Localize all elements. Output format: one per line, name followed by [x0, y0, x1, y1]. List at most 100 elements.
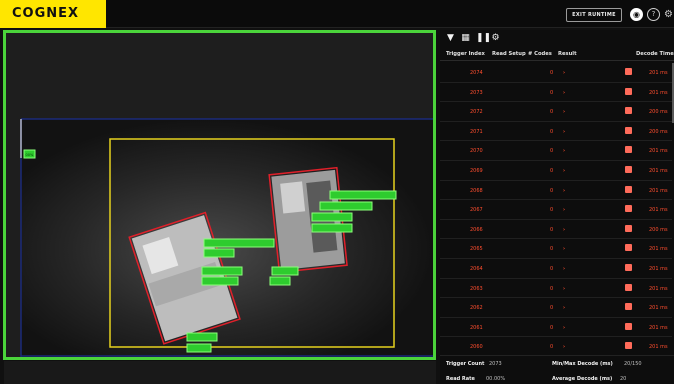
expand-chevron-icon[interactable]: › — [563, 344, 565, 350]
table-row[interactable]: 2062 0 › 201 ms — [440, 298, 672, 318]
image-thumbnail-icon[interactable] — [625, 185, 632, 193]
code-marker[interactable] — [201, 266, 243, 276]
code-marker[interactable] — [319, 201, 373, 211]
col-decode-time[interactable]: Decode Time — [636, 51, 674, 57]
results-table-body: 2074 0 › 201 ms 2073 0 › 201 ms 2072 0 › 200 ms 2071… — [440, 63, 672, 381]
image-thumbnail-icon[interactable] — [625, 126, 632, 134]
table-row[interactable]: 2071 0 › 200 ms — [440, 122, 672, 142]
table-row[interactable]: 2070 0 › 201 ms — [440, 141, 672, 161]
code-marker[interactable] — [311, 212, 353, 222]
code-marker-label: 00% — [26, 153, 34, 157]
codes-cell: 0 — [550, 305, 554, 312]
col-codes[interactable]: # Codes — [528, 51, 552, 57]
decode-time-cell: 200 ms — [649, 128, 668, 135]
filter-icon[interactable]: ▼ — [446, 33, 455, 44]
image-thumbnail-icon[interactable] — [625, 68, 632, 75]
table-row[interactable]: 2068 0 › 201 ms — [440, 181, 672, 201]
expand-chevron-icon[interactable]: › — [563, 188, 565, 194]
read-rate-value: 00.00% — [486, 376, 506, 382]
expand-chevron-icon[interactable]: › — [563, 70, 565, 76]
results-panel: ▼ ▦ ❚❚ ⚙ Trigger Index Read Setup # Code… — [440, 30, 674, 384]
image-thumbnail-icon[interactable] — [625, 146, 632, 154]
expand-chevron-icon[interactable]: › — [563, 129, 565, 135]
trigger-count-label: Trigger Count — [446, 361, 485, 367]
stats-footer: Trigger Count 2073 Min/Max Decode (ms) 2… — [440, 355, 674, 384]
expand-chevron-icon[interactable]: › — [563, 168, 565, 174]
pause-icon[interactable]: ❚❚ — [476, 33, 491, 44]
exit-runtime-button[interactable]: EXIT RUNTIME — [566, 8, 622, 22]
code-marker[interactable] — [329, 190, 397, 200]
code-marker[interactable] — [271, 266, 299, 276]
expand-chevron-icon[interactable]: › — [563, 109, 565, 115]
image-thumbnail-icon[interactable] — [625, 205, 632, 213]
col-read-setup[interactable]: Read Setup — [492, 51, 526, 57]
decode-time-cell: 201 ms — [649, 324, 668, 331]
decode-time-cell: 201 ms — [649, 305, 668, 312]
decode-time-cell: 201 ms — [649, 265, 668, 272]
results-toolbar: ▼ ▦ ❚❚ ⚙ — [446, 33, 500, 45]
col-result[interactable]: Result — [558, 51, 577, 57]
trigger-index-cell: 2062 — [470, 305, 483, 312]
table-row[interactable]: 2072 0 › 200 ms — [440, 102, 672, 122]
decode-time-cell: 201 ms — [649, 246, 668, 253]
expand-chevron-icon[interactable]: › — [563, 286, 565, 292]
image-thumbnail-icon[interactable] — [625, 107, 632, 115]
codes-cell: 0 — [550, 148, 554, 155]
codes-cell: 0 — [550, 187, 554, 194]
decode-time-cell: 200 ms — [649, 226, 668, 233]
codes-cell: 0 — [550, 344, 554, 351]
code-marker[interactable] — [311, 223, 353, 233]
image-thumbnail-icon[interactable] — [625, 87, 632, 95]
code-marker[interactable] — [203, 248, 235, 258]
image-thumbnail-icon[interactable] — [625, 263, 632, 271]
image-thumbnail-icon[interactable] — [625, 283, 632, 291]
help-icon[interactable]: ? — [647, 8, 660, 21]
table-row[interactable]: 2061 0 › 201 ms — [440, 318, 672, 338]
code-marker[interactable] — [269, 276, 291, 286]
camera-icon[interactable]: ◉ — [630, 8, 643, 21]
settings-icon[interactable]: ⚙ — [491, 33, 500, 44]
expand-chevron-icon[interactable]: › — [563, 90, 565, 96]
table-row[interactable]: 2063 0 › 201 ms — [440, 279, 672, 299]
image-viewer[interactable]: 00% — [3, 30, 436, 360]
minmax-decode-value: 20/150 — [624, 361, 642, 367]
image-thumbnail-icon[interactable] — [625, 303, 632, 311]
expand-chevron-icon[interactable]: › — [563, 305, 565, 311]
logo-text: COGNEX — [12, 6, 80, 21]
code-marker[interactable] — [186, 343, 212, 353]
top-bar: COGNEX EXIT RUNTIME ◉ ? ⚙ — [0, 0, 674, 28]
code-marker[interactable] — [186, 332, 218, 342]
table-row[interactable]: 2064 0 › 201 ms — [440, 259, 672, 279]
image-thumbnail-icon[interactable] — [625, 224, 632, 232]
expand-chevron-icon[interactable]: › — [563, 207, 565, 213]
image-thumbnail-icon[interactable] — [625, 165, 632, 173]
table-row[interactable]: 2066 0 › 200 ms — [440, 220, 672, 240]
average-decode-value: 20 — [620, 376, 627, 382]
trigger-index-cell: 2066 — [470, 226, 483, 233]
gear-icon[interactable]: ⚙ — [662, 8, 674, 21]
app-window: COGNEX EXIT RUNTIME ◉ ? ⚙ 00% ▼ ▦ ❚❚ ⚙ T… — [0, 0, 674, 384]
table-row[interactable]: 2060 0 › 201 ms — [440, 337, 672, 357]
expand-chevron-icon[interactable]: › — [563, 246, 565, 252]
expand-chevron-icon[interactable]: › — [563, 266, 565, 272]
stats-icon[interactable]: ▦ — [461, 33, 470, 44]
expand-chevron-icon[interactable]: › — [563, 325, 565, 331]
image-thumbnail-icon[interactable] — [625, 244, 632, 252]
trigger-index-cell: 2069 — [470, 167, 483, 174]
table-row[interactable]: 2065 0 › 201 ms — [440, 239, 672, 259]
expand-chevron-icon[interactable]: › — [563, 227, 565, 233]
table-row[interactable]: 2073 0 › 201 ms — [440, 83, 672, 103]
table-row[interactable]: 2069 0 › 201 ms — [440, 161, 672, 181]
trigger-index-cell: 2060 — [470, 344, 483, 351]
code-marker[interactable] — [203, 238, 275, 248]
minmax-decode-label: Min/Max Decode (ms) — [552, 361, 613, 367]
col-trigger-index[interactable]: Trigger Index — [446, 51, 485, 57]
table-row[interactable]: 2067 0 › 201 ms — [440, 200, 672, 220]
table-row[interactable]: 2074 0 › 201 ms — [440, 63, 672, 83]
image-thumbnail-icon[interactable] — [625, 322, 632, 330]
camera-image: 00% — [6, 33, 433, 357]
code-marker[interactable] — [201, 276, 239, 286]
decode-time-cell: 201 ms — [649, 344, 668, 351]
image-thumbnail-icon[interactable] — [625, 342, 632, 350]
expand-chevron-icon[interactable]: › — [563, 148, 565, 154]
